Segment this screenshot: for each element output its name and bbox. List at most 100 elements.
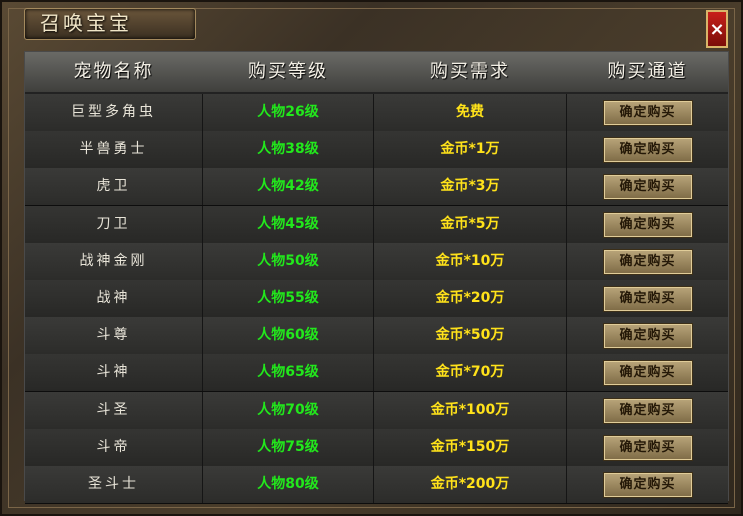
pet-name: 圣斗士 [88,476,139,492]
table-row: 斗尊 人物60级 金币*50万 确定购买 [25,317,728,356]
column-divider [202,242,203,280]
table-header: 宠物名称 购买等级 购买需求 购买通道 [25,52,728,94]
column-divider [566,428,567,466]
table-row: 斗帝 人物75级 金币*150万 确定购买 [25,428,728,467]
column-divider [566,317,567,355]
pet-name: 刀卫 [96,215,131,232]
required-level: 人物60级 [257,327,319,344]
column-divider [566,466,567,503]
column-divider [202,168,203,206]
confirm-purchase-button[interactable]: 确定购买 [602,360,693,387]
column-divider [373,205,374,243]
required-level: 人物38级 [257,141,319,158]
required-level: 人物75级 [257,438,319,455]
column-divider [566,205,567,243]
buy-cell: 确定购买 [567,317,728,354]
column-divider [202,280,203,317]
close-button[interactable]: × [706,10,728,48]
buy-cell: 确定购买 [567,243,728,280]
pet-name: 斗尊 [96,327,131,344]
table-row: 虎卫 人物42级 金币*3万 确定购买 [25,168,728,207]
purchase-cost: 金币*200万 [430,476,510,492]
column-divider [373,466,374,503]
confirm-purchase-button[interactable]: 确定购买 [602,174,693,201]
buy-cell: 确定购买 [567,429,728,466]
buy-cell: 确定购买 [567,392,728,429]
confirm-purchase-button[interactable]: 确定购买 [602,434,693,461]
column-divider [566,354,567,392]
buy-cell: 确定购买 [567,168,728,205]
buy-cell: 确定购买 [567,354,728,391]
pet-name: 巨型多角虫 [71,104,156,120]
column-divider [566,168,567,206]
purchase-cost: 金币*3万 [440,178,500,195]
table-row: 半兽勇士 人物38级 金币*1万 确定购买 [25,131,728,170]
purchase-cost: 金币*1万 [440,141,500,158]
table-row: 刀卫 人物45级 金币*5万 确定购买 [25,205,728,244]
column-divider [373,354,374,392]
buy-cell: 确定购买 [567,94,728,131]
purchase-cost: 金币*20万 [435,290,505,306]
purchase-cost: 金币*5万 [440,215,500,232]
pet-name: 斗圣 [96,401,131,418]
required-level: 人物42级 [257,178,319,195]
buy-cell: 确定购买 [567,280,728,317]
column-divider [566,131,567,169]
column-divider [373,391,374,429]
column-divider [373,94,374,131]
confirm-purchase-button[interactable]: 确定购买 [602,397,693,424]
purchase-cost: 免费 [456,104,484,120]
confirm-purchase-button[interactable]: 确定购买 [602,323,693,350]
purchase-cost: 金币*70万 [435,364,505,381]
table-row: 巨型多角虫 人物26级 免费 确定购买 [25,94,728,132]
header-buy-requirement: 购买需求 [430,61,510,82]
header-buy-channel: 购买通道 [607,61,688,82]
confirm-purchase-button[interactable]: 确定购买 [602,286,693,312]
pet-name: 虎卫 [96,178,131,195]
window-title: 召唤宝宝 [40,11,132,35]
pet-name: 斗帝 [96,438,131,455]
header-buy-level: 购买等级 [248,61,328,82]
required-level: 人物50级 [257,252,319,269]
required-level: 人物70级 [257,401,319,418]
required-level: 人物45级 [257,215,319,232]
summon-pet-window: 召唤宝宝 × 宠物名称 购买等级 购买需求 购买通道 巨型多角虫 人物26级 免费确… [0,0,743,516]
column-divider [202,317,203,355]
column-divider [373,428,374,466]
column-divider [566,391,567,429]
confirm-purchase-button[interactable]: 确定购买 [602,472,693,498]
table-row: 斗圣 人物70级 金币*100万 确定购买 [25,391,728,430]
buy-cell: 确定购买 [567,131,728,168]
purchase-cost: 金币*100万 [430,401,510,418]
confirm-purchase-button[interactable]: 确定购买 [602,248,693,275]
confirm-purchase-button[interactable]: 确定购买 [602,211,693,238]
column-divider [373,168,374,206]
column-divider [373,242,374,280]
column-divider [202,391,203,429]
column-divider [373,131,374,169]
pet-table: 宠物名称 购买等级 购买需求 购买通道 巨型多角虫 人物26级 免费 确定购买 半兽勇士… [24,51,729,504]
pet-name: 斗神 [96,364,131,381]
column-divider [202,354,203,392]
column-divider [202,205,203,243]
column-divider [566,94,567,131]
column-divider [373,317,374,355]
column-divider [202,94,203,131]
pet-name: 半兽勇士 [79,141,148,158]
column-divider [373,280,374,317]
purchase-cost: 金币*10万 [435,252,505,269]
confirm-purchase-button[interactable]: 确定购买 [602,137,693,164]
buy-cell: 确定购买 [567,206,728,243]
required-level: 人物55级 [257,290,319,306]
required-level: 人物26级 [257,104,319,120]
table-row: 战神金刚 人物50级 金币*10万 确定购买 [25,242,728,281]
pet-name: 战神 [96,290,131,306]
column-divider [202,131,203,169]
purchase-cost: 金币*50万 [435,327,505,344]
required-level: 人物65级 [257,364,319,381]
column-divider [202,428,203,466]
buy-cell: 确定购买 [567,466,728,503]
table-row: 斗神 人物65级 金币*70万 确定购买 [25,354,728,393]
required-level: 人物80级 [257,476,319,492]
confirm-purchase-button[interactable]: 确定购买 [602,100,693,126]
